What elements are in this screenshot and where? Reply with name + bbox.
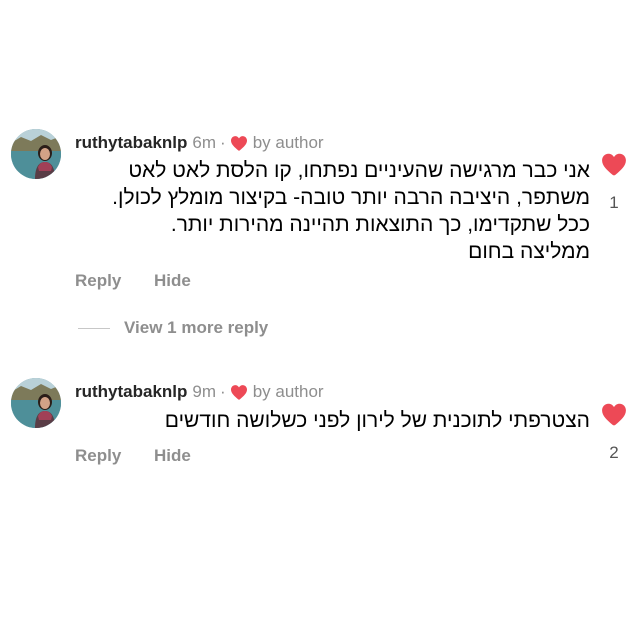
avatar[interactable]: [11, 129, 61, 179]
hide-button[interactable]: Hide: [154, 446, 191, 465]
comment-line: ממליצה בחום: [468, 240, 590, 263]
comment-line: ככל שתקדימו, כך התוצאות תהיינה מהירות יו…: [170, 213, 590, 236]
like-count: 1: [609, 193, 619, 212]
comment-line: הצטרפתי לתוכנית של לירון לפני כשלושה חוד…: [164, 409, 590, 432]
view-more-replies-button[interactable]: View 1 more reply: [78, 318, 268, 338]
view-more-replies-label: View 1 more reply: [124, 318, 269, 337]
reply-button[interactable]: Reply: [75, 271, 121, 290]
avatar[interactable]: [11, 378, 61, 428]
separator-dot: ·: [220, 133, 226, 152]
comment-actions: Reply Hide: [75, 271, 191, 291]
author-heart-icon: [230, 135, 248, 151]
comment-text: אני כבר מרגישה שהעיניים נפתחו, קו הלסת ל…: [75, 157, 590, 265]
comment-text: הצטרפתי לתוכנית של לירון לפני כשלושה חוד…: [75, 407, 590, 434]
timestamp: 6m: [192, 133, 217, 152]
comment-meta: ruthytabaknlp 6m · by author: [75, 132, 324, 154]
liked-by-author-label: by author: [252, 382, 324, 401]
separator-dot: ·: [220, 382, 226, 401]
comment-actions: Reply Hide: [75, 446, 191, 466]
reply-button[interactable]: Reply: [75, 446, 121, 465]
comment-meta: ruthytabaknlp 9m · by author: [75, 381, 324, 403]
username[interactable]: ruthytabaknlp: [75, 132, 187, 154]
author-heart-icon: [230, 384, 248, 400]
timestamp: 9m: [192, 382, 217, 401]
divider-line: [78, 327, 110, 329]
like-heart-icon[interactable]: [601, 152, 627, 176]
comment-line: אני כבר מרגישה שהעיניים נפתחו, קו הלסת ל…: [128, 159, 590, 182]
like-heart-icon[interactable]: [601, 402, 627, 426]
hide-button[interactable]: Hide: [154, 271, 191, 290]
comment-line: משתפר, היציבה הרבה יותר טובה- בקיצור מומ…: [112, 186, 590, 209]
liked-by-author-label: by author: [252, 133, 324, 152]
like-count: 2: [609, 443, 619, 462]
username[interactable]: ruthytabaknlp: [75, 381, 187, 403]
